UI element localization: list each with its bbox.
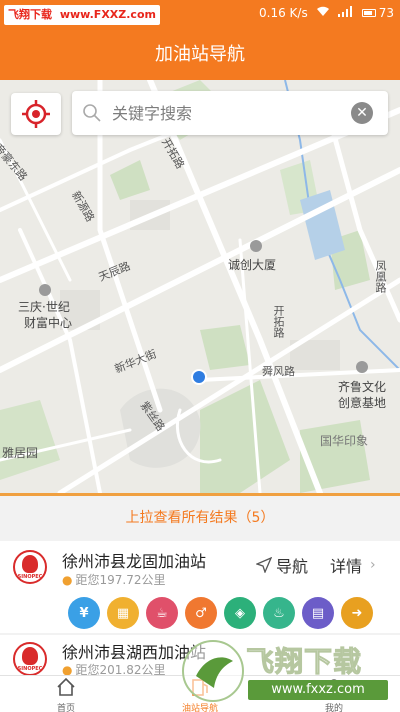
status-bar: 飞翔下载 www.FXXZ.com 0.16 K/s 73 <box>0 0 400 30</box>
station-distance: ● 距您201.82公里 <box>62 661 165 675</box>
tab-label: 首页 <box>56 704 75 712</box>
close-icon: ✕ <box>356 105 368 121</box>
details-button[interactable]: 详情 › <box>330 553 376 577</box>
atm-icon[interactable]: ¥ <box>68 597 100 629</box>
station-distance: ● 距您197.72公里 <box>62 571 165 588</box>
crosshair-icon <box>22 100 50 128</box>
car-wash-icon[interactable]: ♨ <box>263 597 295 629</box>
store-icon[interactable]: ▦ <box>107 597 139 629</box>
lodging-icon[interactable]: ▤ <box>302 597 334 629</box>
map-view[interactable]: 帝豪东路 开拓路 新源路 天辰路 诚创大厦 凤凰路 三庆·世纪 财富中心 开拓路… <box>0 80 400 493</box>
sinopec-logo: SINOPEC <box>13 550 47 584</box>
restroom-icon[interactable]: ♂ <box>185 597 217 629</box>
navigate-label: 导航 <box>276 557 309 576</box>
battery-icon <box>361 9 376 17</box>
battery-level: 73 <box>378 6 394 20</box>
search-input[interactable] <box>112 99 342 127</box>
map-label-road: 舜风路 <box>262 365 295 378</box>
logo-text: SINOPEC <box>17 574 43 580</box>
map-label-poi: 雅居园 <box>2 446 39 460</box>
battery-indicator: 73 <box>361 6 394 20</box>
station-name: 徐州沛县龙固加油站 <box>62 552 207 571</box>
map-label-poi: 财富中心 <box>24 316 73 330</box>
watermark-url: www.fxxz.com <box>248 680 388 700</box>
home-icon <box>56 677 76 701</box>
watermark-overlay: 飞翔下载 www.fxxz.com <box>176 632 400 712</box>
navigate-button[interactable]: 导航 <box>256 553 308 577</box>
map-label-poi: 创意基地 <box>338 396 387 410</box>
clear-search-button[interactable]: ✕ <box>351 102 373 124</box>
more-icon[interactable]: ➜ <box>341 597 373 629</box>
details-label: 详情 <box>330 557 363 576</box>
watermark-site-url: www.FXXZ.com <box>59 8 156 21</box>
watermark-site-name: 飞翔下载 <box>8 8 52 21</box>
tab-home[interactable]: 首页 <box>26 676 106 712</box>
locate-me-button[interactable] <box>11 93 61 135</box>
navigate-arrow-icon <box>256 557 272 573</box>
logo-text: SINOPEC <box>17 666 43 672</box>
watermark-logo-icon <box>182 640 244 702</box>
search-bar: ✕ <box>72 91 388 135</box>
service-icons: ¥ ▦ ☕ ♂ ◈ ♨ ▤ ➜ <box>68 597 373 629</box>
location-pin-icon: ● <box>62 663 73 675</box>
watermark-badge: 飞翔下载 www.FXXZ.com <box>4 5 160 25</box>
map-label-poi: 国华印象 <box>320 434 369 448</box>
map-label-road: 开拓路 <box>272 305 285 338</box>
distance-text: 距您201.82公里 <box>75 663 166 675</box>
sinopec-logo: SINOPEC <box>13 642 47 675</box>
map-label-poi: 三庆·世纪 <box>18 300 70 314</box>
pull-up-results[interactable]: 上拉查看所有结果（5） <box>0 493 400 541</box>
signal-icon <box>337 6 354 20</box>
chevron-right-icon: › <box>370 557 376 573</box>
car-service-icon[interactable]: ◈ <box>224 597 256 629</box>
location-pin-icon: ● <box>62 573 73 587</box>
page-title: 加油站导航 <box>0 30 400 80</box>
watermark-title: 飞翔下载 <box>245 645 363 679</box>
wifi-icon <box>316 6 330 20</box>
map-label-poi: 诚创大厦 <box>228 258 277 272</box>
distance-text: 距您197.72公里 <box>75 573 166 587</box>
network-speed: 0.16 K/s <box>259 6 308 20</box>
search-icon <box>82 103 102 127</box>
station-card[interactable]: SINOPEC 徐州沛县龙固加油站 ● 距您197.72公里 导航 详情 › ¥ … <box>0 541 400 633</box>
map-label-road: 凤凰路 <box>374 260 387 293</box>
map-label-poi: 齐鲁文化 <box>338 380 387 394</box>
status-icons: 0.16 K/s 73 <box>259 6 394 20</box>
coffee-icon[interactable]: ☕ <box>146 597 178 629</box>
